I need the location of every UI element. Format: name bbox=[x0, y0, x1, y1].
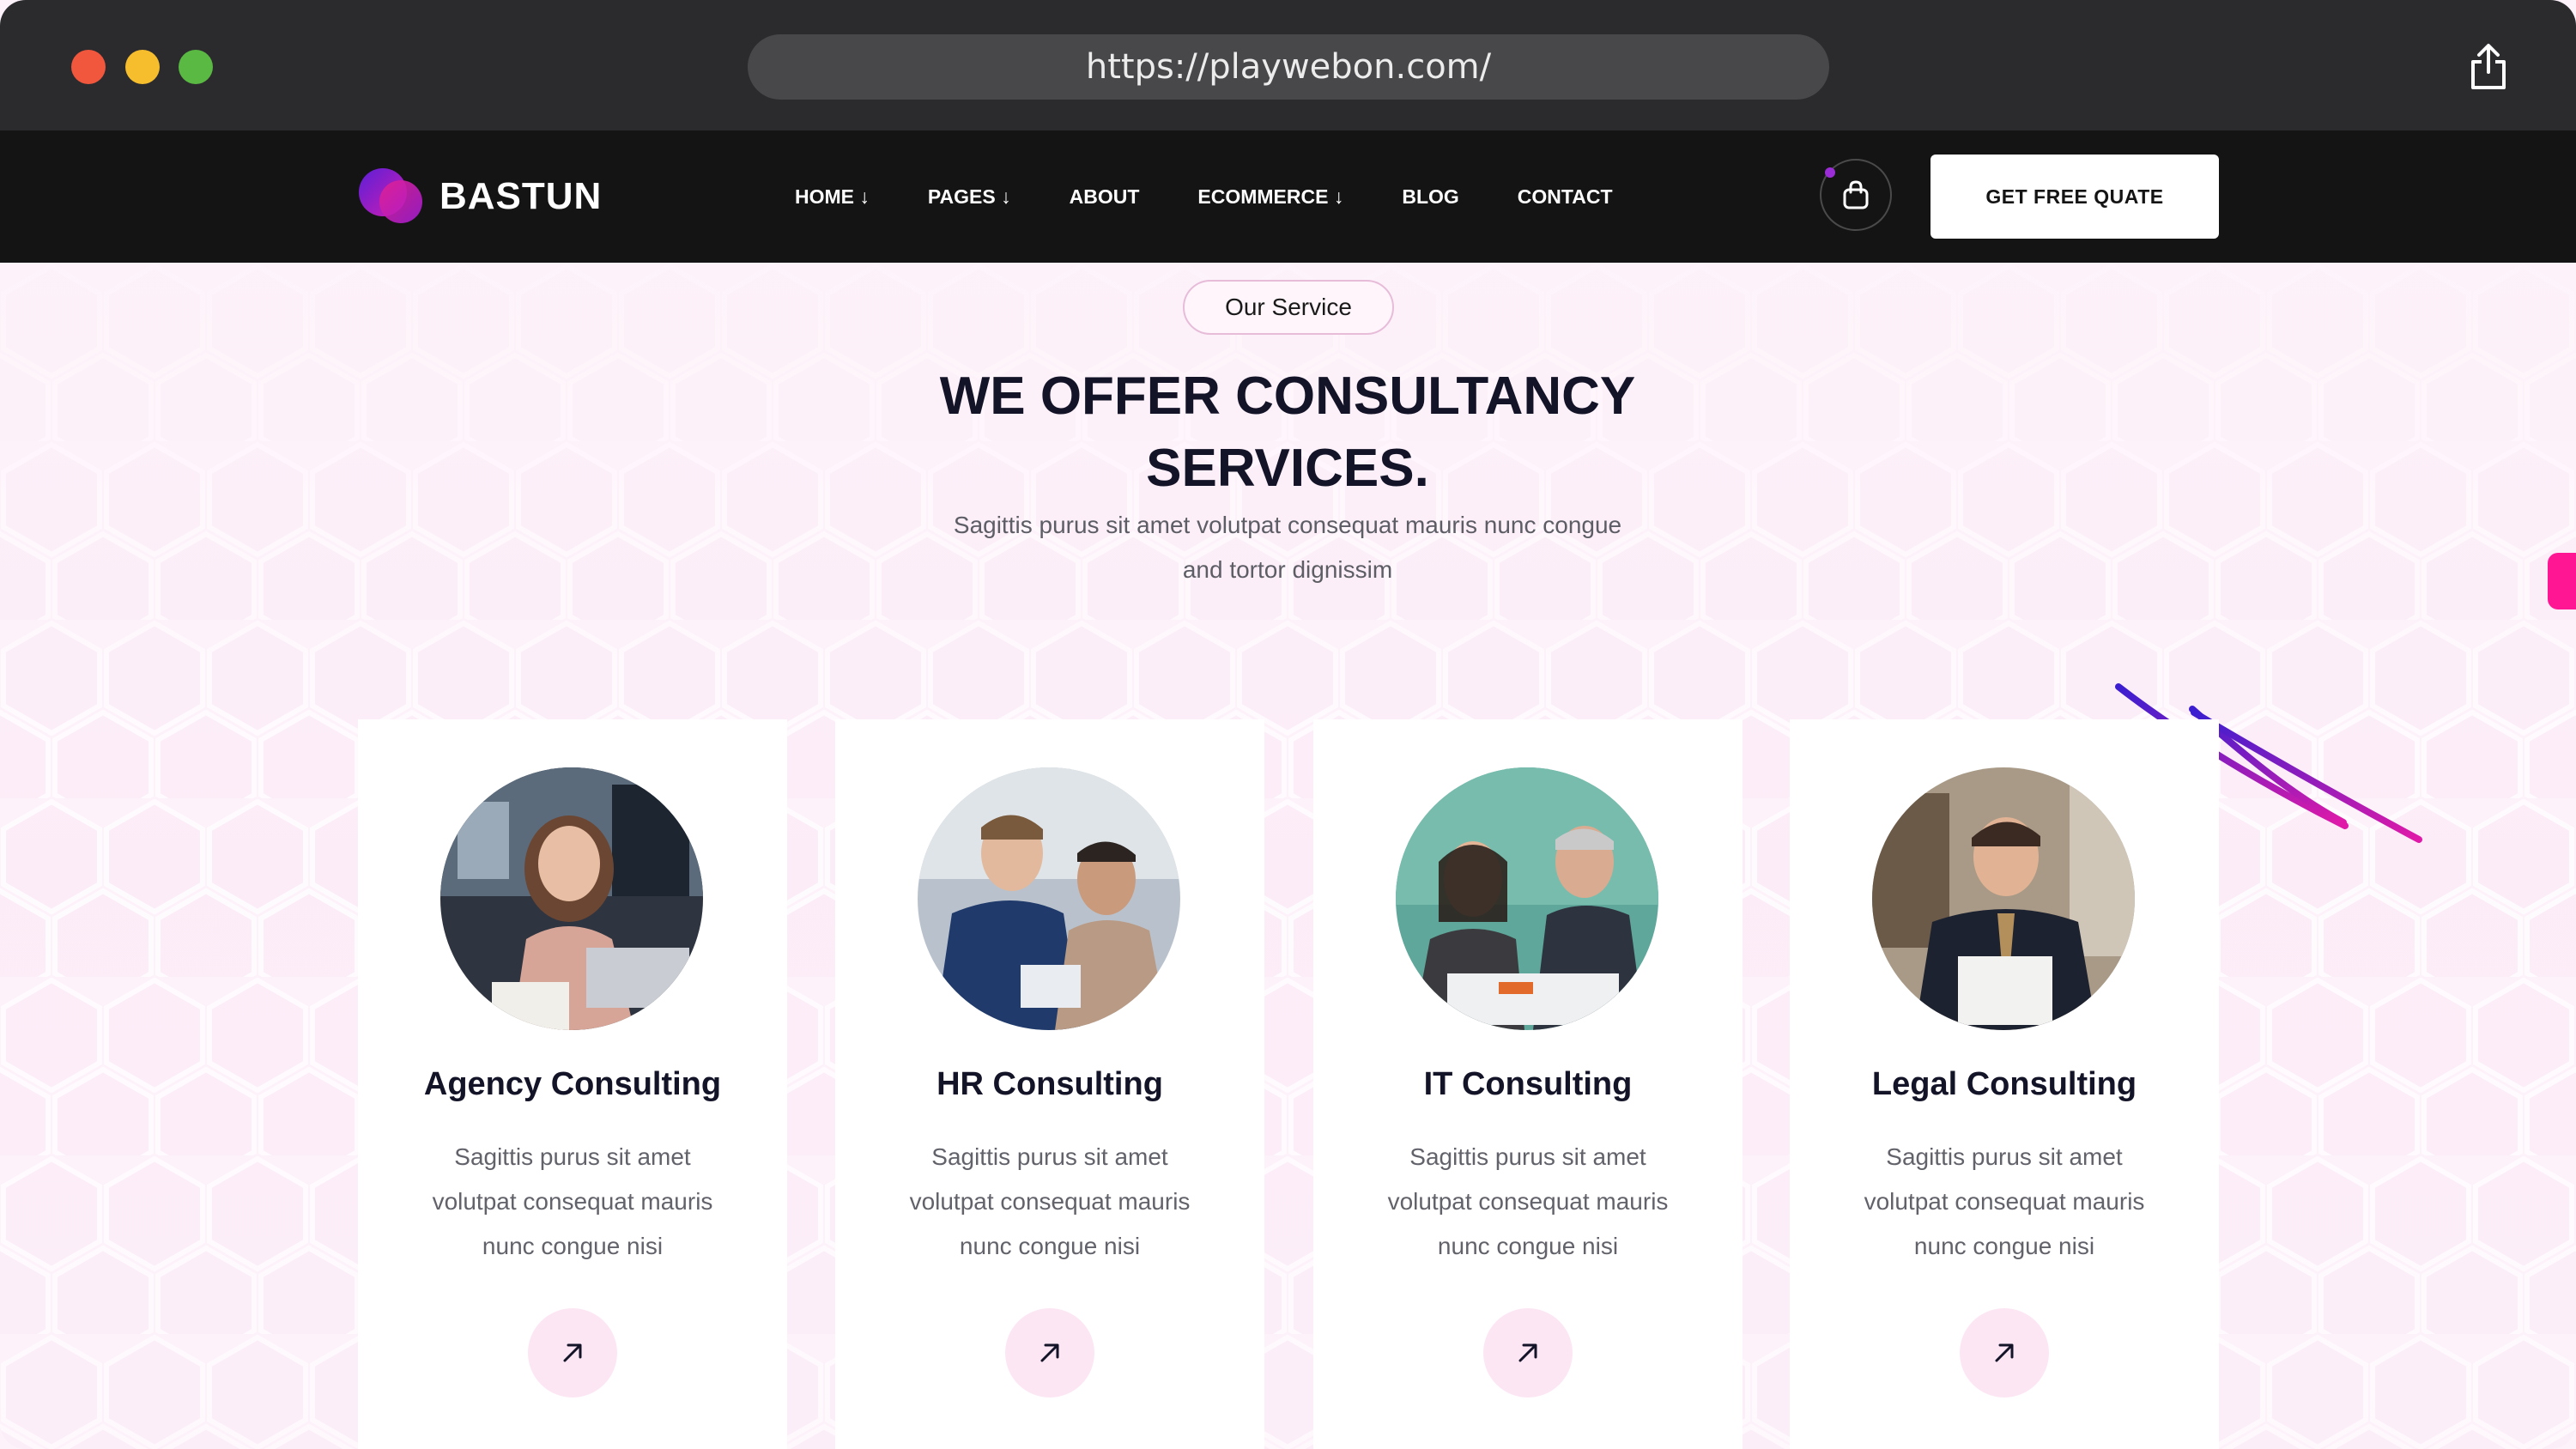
card-text-line: nunc congue nisi bbox=[1913, 1233, 2095, 1259]
services-section: Our Service WE OFFER CONSULTANCY SERVICE… bbox=[0, 263, 2576, 1449]
window-close-button[interactable] bbox=[71, 50, 106, 84]
cart-badge-dot bbox=[1825, 167, 1835, 178]
window-minimize-button[interactable] bbox=[125, 50, 160, 84]
card-text-line: volutpat consequat mauris bbox=[1387, 1188, 1669, 1215]
logo-mark-icon bbox=[359, 167, 426, 227]
service-card-agency[interactable]: Agency Consulting Sagittis purus sit ame… bbox=[358, 719, 787, 1449]
card-title: Agency Consulting bbox=[423, 1066, 722, 1102]
card-text-line: Sagittis purus sit amet bbox=[454, 1143, 691, 1170]
browser-chrome: https://playwebon.com/ bbox=[0, 0, 2576, 130]
address-bar[interactable]: https://playwebon.com/ bbox=[748, 34, 1829, 100]
card-description: Sagittis purus sit amet volutpat consequ… bbox=[1356, 1135, 1700, 1269]
card-text-line: volutpat consequat mauris bbox=[1864, 1188, 2145, 1215]
card-description: Sagittis purus sit amet volutpat consequ… bbox=[1833, 1135, 2176, 1269]
side-settings-tab[interactable] bbox=[2548, 553, 2576, 609]
logo-text: BASTUN bbox=[439, 175, 603, 217]
card-description: Sagittis purus sit amet volutpat consequ… bbox=[878, 1135, 1221, 1269]
menu-item-pages[interactable]: PAGES ↓ bbox=[928, 185, 1011, 209]
main-menu: HOME ↓ PAGES ↓ ABOUT ECOMMERCE ↓ BLOG CO… bbox=[795, 130, 1613, 263]
subtext-line-2: and tortor dignissim bbox=[1182, 556, 1393, 583]
card-title: IT Consulting bbox=[1423, 1066, 1633, 1102]
menu-item-about[interactable]: ABOUT bbox=[1070, 185, 1140, 209]
card-link-button[interactable] bbox=[528, 1308, 617, 1397]
share-icon[interactable] bbox=[2469, 43, 2508, 91]
card-link-button[interactable] bbox=[1005, 1308, 1094, 1397]
arrow-up-right-icon bbox=[563, 1343, 582, 1362]
card-text-line: Sagittis purus sit amet bbox=[1886, 1143, 2123, 1170]
get-free-quote-button[interactable]: GET FREE QUATE bbox=[1930, 155, 2219, 239]
arrow-up-right-icon bbox=[1518, 1343, 1537, 1362]
section-heading: WE OFFER CONSULTANCY SERVICES. bbox=[773, 361, 1803, 505]
menu-item-blog[interactable]: BLOG bbox=[1402, 185, 1458, 209]
service-card-hr[interactable]: HR Consulting Sagittis purus sit amet vo… bbox=[835, 719, 1264, 1449]
card-text-line: nunc congue nisi bbox=[1437, 1233, 1619, 1259]
window-maximize-button[interactable] bbox=[179, 50, 213, 84]
arrow-up-right-icon bbox=[1040, 1343, 1059, 1362]
card-text-line: volutpat consequat mauris bbox=[432, 1188, 713, 1215]
menu-item-home[interactable]: HOME ↓ bbox=[795, 185, 870, 209]
service-card-legal[interactable]: Legal Consulting Sagittis purus sit amet… bbox=[1790, 719, 2219, 1449]
service-card-it[interactable]: IT Consulting Sagittis purus sit amet vo… bbox=[1313, 719, 1743, 1449]
shopping-bag-icon bbox=[1843, 180, 1869, 209]
site-logo[interactable]: BASTUN bbox=[359, 167, 602, 227]
card-text-line: Sagittis purus sit amet bbox=[931, 1143, 1168, 1170]
menu-item-ecommerce[interactable]: ECOMMERCE ↓ bbox=[1197, 185, 1343, 209]
card-text-line: volutpat consequat mauris bbox=[909, 1188, 1191, 1215]
menu-item-contact[interactable]: CONTACT bbox=[1518, 185, 1613, 209]
legal-consulting-photo bbox=[1872, 767, 2135, 1030]
agency-consulting-photo bbox=[440, 767, 703, 1030]
subtext-line-1: Sagittis purus sit amet volutpat consequ… bbox=[953, 512, 1622, 538]
card-title: Legal Consulting bbox=[1871, 1066, 2137, 1102]
card-text-line: nunc congue nisi bbox=[959, 1233, 1141, 1259]
card-title: HR Consulting bbox=[936, 1066, 1163, 1102]
arrow-up-right-icon bbox=[1995, 1343, 2014, 1362]
heading-line-2: SERVICES. bbox=[1146, 439, 1429, 498]
card-text-line: Sagittis purus sit amet bbox=[1409, 1143, 1646, 1170]
it-consulting-photo bbox=[1396, 767, 1658, 1030]
site-header: BASTUN HOME ↓ PAGES ↓ ABOUT ECOMMERCE ↓ … bbox=[0, 130, 2576, 263]
cart-button[interactable] bbox=[1820, 159, 1892, 231]
section-subtext: Sagittis purus sit amet volutpat consequ… bbox=[901, 503, 1674, 592]
heading-line-1: WE OFFER CONSULTANCY bbox=[939, 367, 1636, 426]
screenshot-frame: https://playwebon.com/ BASTUN HOME ↓ PAG… bbox=[0, 0, 2576, 1449]
card-description: Sagittis purus sit amet volutpat consequ… bbox=[401, 1135, 744, 1269]
section-tag: Our Service bbox=[1183, 280, 1394, 335]
card-link-button[interactable] bbox=[1960, 1308, 2049, 1397]
hr-consulting-photo bbox=[918, 767, 1180, 1030]
card-link-button[interactable] bbox=[1483, 1308, 1573, 1397]
card-text-line: nunc congue nisi bbox=[482, 1233, 664, 1259]
